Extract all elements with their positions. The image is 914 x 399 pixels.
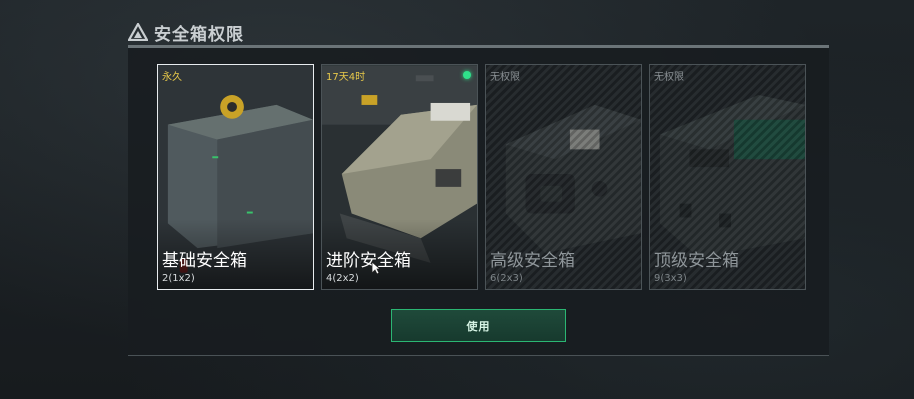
card-size: 4(2x2) bbox=[326, 273, 359, 284]
active-status-dot bbox=[463, 71, 471, 79]
card-tag: 17天4时 bbox=[326, 72, 366, 83]
card-name: 顶级安全箱 bbox=[654, 251, 739, 271]
card-size: 9(3x3) bbox=[654, 273, 687, 284]
card-tag: 无权限 bbox=[654, 72, 684, 83]
safebox-card-senior[interactable]: 无权限 高级安全箱 6(2x3) bbox=[485, 64, 642, 290]
safebox-card-advanced[interactable]: 17天4时 进阶安全箱 4(2x2) bbox=[321, 64, 478, 290]
card-tag: 无权限 bbox=[490, 72, 520, 83]
mouse-cursor-icon bbox=[371, 261, 381, 275]
card-tag: 永久 bbox=[162, 72, 182, 83]
card-name: 基础安全箱 bbox=[162, 251, 247, 271]
use-button[interactable]: 使用 bbox=[391, 309, 566, 342]
safebox-card-top[interactable]: 无权限 顶级安全箱 9(3x3) bbox=[649, 64, 806, 290]
card-size: 6(2x3) bbox=[490, 273, 523, 284]
safebox-card-basic[interactable]: 永久 基础安全箱 2(1x2) bbox=[157, 64, 314, 290]
dialog-header: 安全箱权限 bbox=[128, 18, 244, 46]
card-size: 2(1x2) bbox=[162, 273, 195, 284]
card-name: 进阶安全箱 bbox=[326, 251, 411, 271]
triangle-warning-icon bbox=[128, 23, 148, 41]
card-name: 高级安全箱 bbox=[490, 251, 575, 271]
dialog-title: 安全箱权限 bbox=[154, 24, 244, 45]
